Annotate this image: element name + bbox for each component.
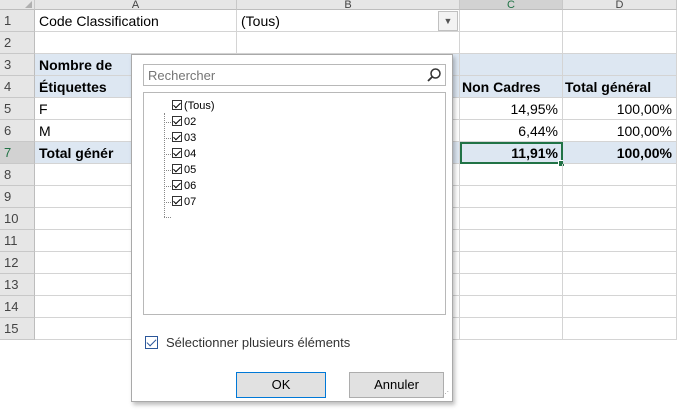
tree-connector (164, 202, 171, 203)
row-header-4[interactable]: 4 (0, 76, 35, 98)
ok-button[interactable]: OK (236, 372, 326, 398)
column-header-d[interactable]: D (563, 0, 677, 10)
resize-grip-icon[interactable]: ⋰ (442, 391, 450, 399)
row-header-8[interactable]: 8 (0, 164, 35, 186)
cell-d3[interactable] (563, 54, 677, 76)
filter-item-tous[interactable]: (Tous) (172, 99, 215, 113)
row-header-9[interactable]: 9 (0, 186, 35, 208)
multi-select-label: Sélectionner plusieurs éléments (166, 335, 351, 350)
filter-popup: (Tous) 02 03 04 05 06 07 Sélectionner pl… (131, 54, 453, 402)
filter-item-label: 03 (184, 132, 197, 144)
row-header-7[interactable]: 7 (0, 142, 35, 164)
select-all-corner[interactable] (0, 0, 35, 10)
cell-c6[interactable]: 6,44% (460, 120, 563, 142)
checkbox-checked-icon[interactable] (172, 116, 182, 126)
row-header-5[interactable]: 5 (0, 98, 35, 120)
filter-item-07[interactable]: 07 (172, 195, 196, 209)
filter-item-04[interactable]: 04 (172, 147, 196, 161)
filter-item-label: 04 (184, 148, 197, 160)
cell-c2[interactable] (460, 32, 563, 54)
row-header-11[interactable]: 11 (0, 230, 35, 252)
tree-connector (164, 154, 171, 155)
multi-select-option[interactable]: Sélectionner plusieurs éléments (145, 335, 350, 350)
column-header-c[interactable]: C (460, 0, 563, 10)
cell-c12[interactable] (460, 252, 563, 274)
cell-d12[interactable] (563, 252, 677, 274)
filter-item-label: (Tous) (184, 100, 215, 112)
filter-item-05[interactable]: 05 (172, 163, 196, 177)
cell-d1[interactable] (563, 10, 677, 32)
cell-d2[interactable] (563, 32, 677, 54)
filter-item-06[interactable]: 06 (172, 179, 196, 193)
cell-c10[interactable] (460, 208, 563, 230)
cell-d4[interactable]: Total général (563, 76, 677, 98)
filter-item-label: 05 (184, 164, 197, 176)
tree-connector (164, 186, 171, 187)
tree-connector (164, 217, 171, 218)
cell-d11[interactable] (563, 230, 677, 252)
cell-a2[interactable] (35, 32, 237, 54)
row-header-12[interactable]: 12 (0, 252, 35, 274)
filter-item-02[interactable]: 02 (172, 115, 196, 129)
tree-connector (164, 138, 171, 139)
row-header-6[interactable]: 6 (0, 120, 35, 142)
tree-connector (164, 122, 171, 123)
cell-d14[interactable] (563, 296, 677, 318)
cell-d6[interactable]: 100,00% (563, 120, 677, 142)
cell-c15[interactable] (460, 318, 563, 340)
cell-d10[interactable] (563, 208, 677, 230)
cell-c11[interactable] (460, 230, 563, 252)
checkbox-checked-icon[interactable] (145, 336, 158, 349)
column-header-a[interactable]: A (35, 0, 237, 10)
tree-connector (164, 170, 171, 171)
checkbox-checked-icon[interactable] (172, 132, 182, 142)
cell-c5[interactable]: 14,95% (460, 98, 563, 120)
filter-items-list: (Tous) 02 03 04 05 06 07 (143, 92, 446, 315)
cell-c14[interactable] (460, 296, 563, 318)
row-header-1[interactable]: 1 (0, 10, 35, 32)
filter-item-label: 07 (184, 196, 197, 208)
cell-d8[interactable] (563, 164, 677, 186)
column-header-b[interactable]: B (237, 0, 460, 10)
checkbox-checked-icon[interactable] (172, 196, 182, 206)
cell-c7-selected[interactable]: 11,91% (460, 142, 563, 164)
cell-a1[interactable]: Code Classification (35, 10, 237, 32)
filter-item-03[interactable]: 03 (172, 131, 196, 145)
filter-dropdown-button[interactable]: ▼ (438, 11, 458, 31)
cell-d9[interactable] (563, 186, 677, 208)
cell-d7[interactable]: 100,00% (563, 142, 677, 164)
filter-item-label: 06 (184, 180, 197, 192)
row-header-15[interactable]: 15 (0, 318, 35, 340)
checkbox-checked-icon[interactable] (172, 180, 182, 190)
cell-c4[interactable]: Non Cadres (460, 76, 563, 98)
cell-b2[interactable] (237, 32, 460, 54)
row-header-14[interactable]: 14 (0, 296, 35, 318)
row-header-2[interactable]: 2 (0, 32, 35, 54)
search-input[interactable] (143, 64, 446, 86)
cell-c1[interactable] (460, 10, 563, 32)
search-icon[interactable] (426, 67, 442, 83)
dropdown-arrow-icon: ▼ (443, 16, 453, 26)
cell-d15[interactable] (563, 318, 677, 340)
cell-c8[interactable] (460, 164, 563, 186)
filter-item-label: 02 (184, 116, 197, 128)
cell-c9[interactable] (460, 186, 563, 208)
checkbox-checked-icon[interactable] (172, 148, 182, 158)
row-header-3[interactable]: 3 (0, 54, 35, 76)
row-header-10[interactable]: 10 (0, 208, 35, 230)
cell-d5[interactable]: 100,00% (563, 98, 677, 120)
cell-d13[interactable] (563, 274, 677, 296)
cancel-button[interactable]: Annuler (349, 372, 444, 398)
row-header-13[interactable]: 13 (0, 274, 35, 296)
checkbox-checked-icon[interactable] (172, 100, 182, 110)
cell-c13[interactable] (460, 274, 563, 296)
cell-b1[interactable]: (Tous) (237, 10, 460, 32)
checkbox-checked-icon[interactable] (172, 164, 182, 174)
cell-c3[interactable] (460, 54, 563, 76)
